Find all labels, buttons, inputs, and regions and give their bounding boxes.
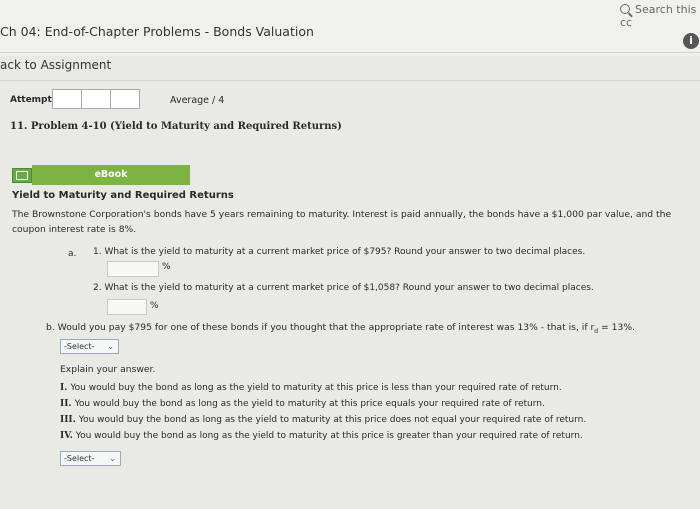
options-list: I. You would buy the bond as long as the …	[60, 380, 586, 444]
percent-unit: %	[162, 262, 171, 272]
problem-paragraph: The Brownstone Corporation's bonds have …	[12, 209, 672, 235]
part-a-label: a.	[68, 249, 77, 259]
average-label: Average / 4	[170, 95, 225, 106]
search-box[interactable]: Search this cc	[620, 3, 700, 29]
back-to-assignment-link[interactable]: ack to Assignment	[0, 58, 111, 72]
info-icon[interactable]: i	[683, 33, 699, 49]
explain-label: Explain your answer.	[60, 364, 156, 375]
ytm-1058-input[interactable]	[107, 299, 147, 315]
search-icon	[620, 4, 630, 14]
section-title: Yield to Maturity and Required Returns	[12, 190, 234, 201]
chevron-down-icon: ⌄	[109, 454, 116, 463]
question-2: 2. What is the yield to maturity at a cu…	[93, 283, 594, 293]
buy-decision-select[interactable]: -Select- ⌄	[60, 339, 119, 354]
option-1: I. You would buy the bond as long as the …	[60, 383, 562, 393]
book-icon[interactable]	[12, 168, 32, 183]
option-3: III. You would buy the bond as long as th…	[60, 415, 587, 425]
percent-unit: %	[150, 301, 159, 311]
option-4: IV. You would buy the bond as long as the…	[60, 431, 583, 441]
attempts-boxes	[52, 89, 140, 109]
problem-title: 11. Problem 4-10 (Yield to Maturity and …	[10, 121, 342, 132]
divider	[0, 80, 700, 81]
page-title: Ch 04: End-of-Chapter Problems - Bonds V…	[0, 24, 314, 39]
ytm-795-input[interactable]	[107, 261, 159, 277]
explanation-select[interactable]: -Select- ⌄	[60, 451, 121, 466]
question-b: b. Would you pay $795 for one of these b…	[46, 322, 635, 335]
option-2: II. You would buy the bond as long as the…	[60, 399, 545, 409]
divider	[0, 52, 700, 53]
attempts-label: Attempts	[10, 95, 58, 105]
question-1: 1. What is the yield to maturity at a cu…	[93, 247, 586, 257]
ebook-button[interactable]: eBook	[32, 165, 190, 185]
chevron-down-icon: ⌄	[107, 342, 114, 351]
